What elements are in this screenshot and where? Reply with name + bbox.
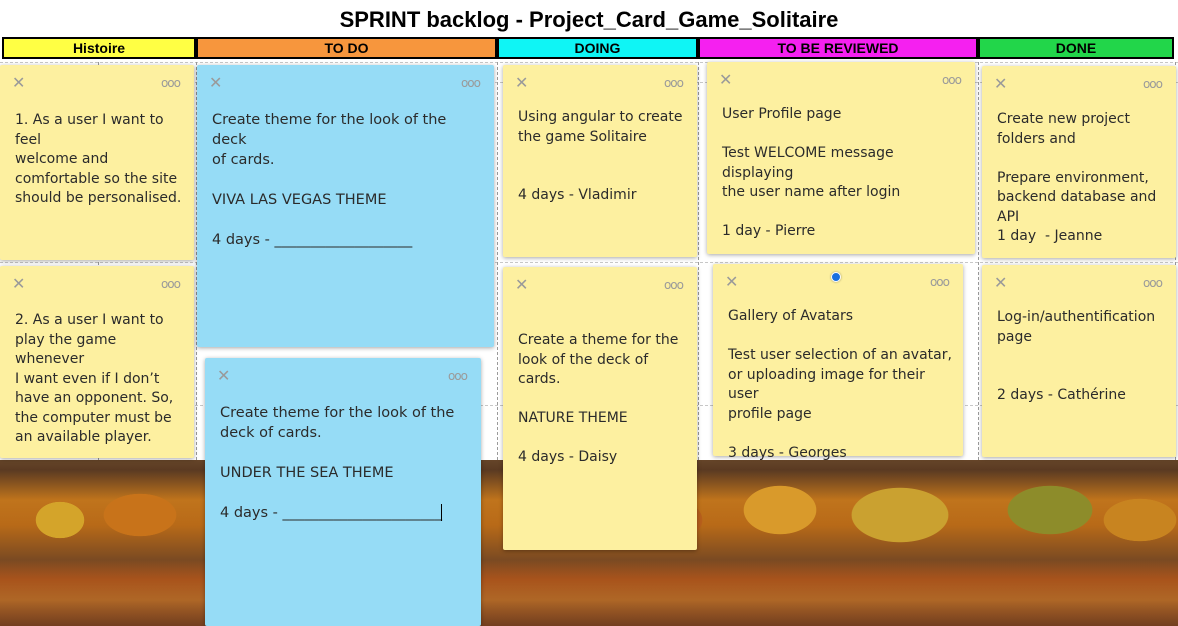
- note-text[interactable]: User Profile page Test WELCOME message d…: [722, 105, 965, 242]
- note-text[interactable]: Using angular to create the game Solitai…: [518, 108, 687, 206]
- sticky-note-doing-2[interactable]: ✕ ooo Create a theme for the look of the…: [503, 267, 697, 550]
- more-options-icon[interactable]: ooo: [942, 72, 962, 88]
- sticky-note-review-1[interactable]: ✕ ooo User Profile page Test WELCOME mes…: [707, 62, 975, 254]
- note-text[interactable]: 2. As a user I want to play the game whe…: [15, 311, 184, 448]
- more-options-icon[interactable]: ooo: [664, 277, 684, 293]
- more-options-icon[interactable]: ooo: [448, 368, 468, 384]
- grid-line: [978, 62, 979, 460]
- close-icon[interactable]: ✕: [12, 276, 25, 292]
- note-text[interactable]: Create theme for the look of the deck of…: [220, 403, 471, 523]
- more-options-icon[interactable]: ooo: [161, 276, 181, 292]
- close-icon[interactable]: ✕: [994, 76, 1007, 92]
- more-options-icon[interactable]: ooo: [161, 75, 181, 91]
- column-header-done[interactable]: DONE: [978, 37, 1174, 59]
- grid-line: [0, 62, 1178, 63]
- note-text[interactable]: Create a theme for the look of the deck …: [518, 331, 687, 468]
- sticky-note-todo-2[interactable]: ✕ ooo Create theme for the look of the d…: [205, 358, 481, 626]
- column-header-to-be-reviewed[interactable]: TO BE REVIEWED: [698, 37, 978, 59]
- selection-dot: [831, 272, 841, 282]
- sticky-note-done-2[interactable]: ✕ ooo Log-in/authentification page 2 day…: [982, 265, 1176, 457]
- close-icon[interactable]: ✕: [217, 368, 230, 384]
- sticky-note-review-2[interactable]: ✕ ooo Gallery of Avatars Test user selec…: [713, 264, 963, 461]
- sticky-note-story-1[interactable]: ✕ ooo 1. As a user I want to feel welcom…: [0, 65, 194, 260]
- text-cursor: [441, 504, 442, 521]
- grid-line: [497, 62, 498, 460]
- column-header-histoire[interactable]: Histoire: [2, 37, 196, 59]
- sticky-note-todo-1[interactable]: ✕ ooo Create theme for the look of the d…: [197, 65, 494, 347]
- more-options-icon[interactable]: ooo: [930, 274, 950, 290]
- close-icon[interactable]: ✕: [719, 72, 732, 88]
- close-icon[interactable]: ✕: [515, 75, 528, 91]
- sticky-note-doing-1[interactable]: ✕ ooo Using angular to create the game S…: [503, 65, 697, 257]
- note-text[interactable]: Gallery of Avatars Test user selection o…: [728, 307, 953, 463]
- more-options-icon[interactable]: ooo: [664, 75, 684, 91]
- close-icon[interactable]: ✕: [515, 277, 528, 293]
- grid-line: [0, 262, 1178, 263]
- sticky-note-done-1[interactable]: ✕ ooo Create new project folders and Pre…: [982, 66, 1176, 258]
- close-icon[interactable]: ✕: [725, 274, 738, 290]
- close-icon[interactable]: ✕: [209, 75, 222, 91]
- note-text[interactable]: Create new project folders and Prepare e…: [997, 110, 1166, 247]
- more-options-icon[interactable]: ooo: [461, 75, 481, 91]
- note-text[interactable]: Log-in/authentification page 2 days - Ca…: [997, 308, 1166, 406]
- grid-line: [698, 62, 699, 460]
- column-header-todo[interactable]: TO DO: [196, 37, 497, 59]
- close-icon[interactable]: ✕: [12, 75, 25, 91]
- sheet-title: SPRINT backlog - Project_Card_Game_Solit…: [339, 7, 839, 32]
- column-header-doing[interactable]: DOING: [497, 37, 698, 59]
- note-text[interactable]: 1. As a user I want to feel welcome and …: [15, 111, 184, 209]
- note-text[interactable]: Create theme for the look of the deck of…: [212, 110, 484, 250]
- sticky-note-story-2[interactable]: ✕ ooo 2. As a user I want to play the ga…: [0, 266, 194, 458]
- more-options-icon[interactable]: ooo: [1143, 76, 1163, 92]
- close-icon[interactable]: ✕: [994, 275, 1007, 291]
- more-options-icon[interactable]: ooo: [1143, 275, 1163, 291]
